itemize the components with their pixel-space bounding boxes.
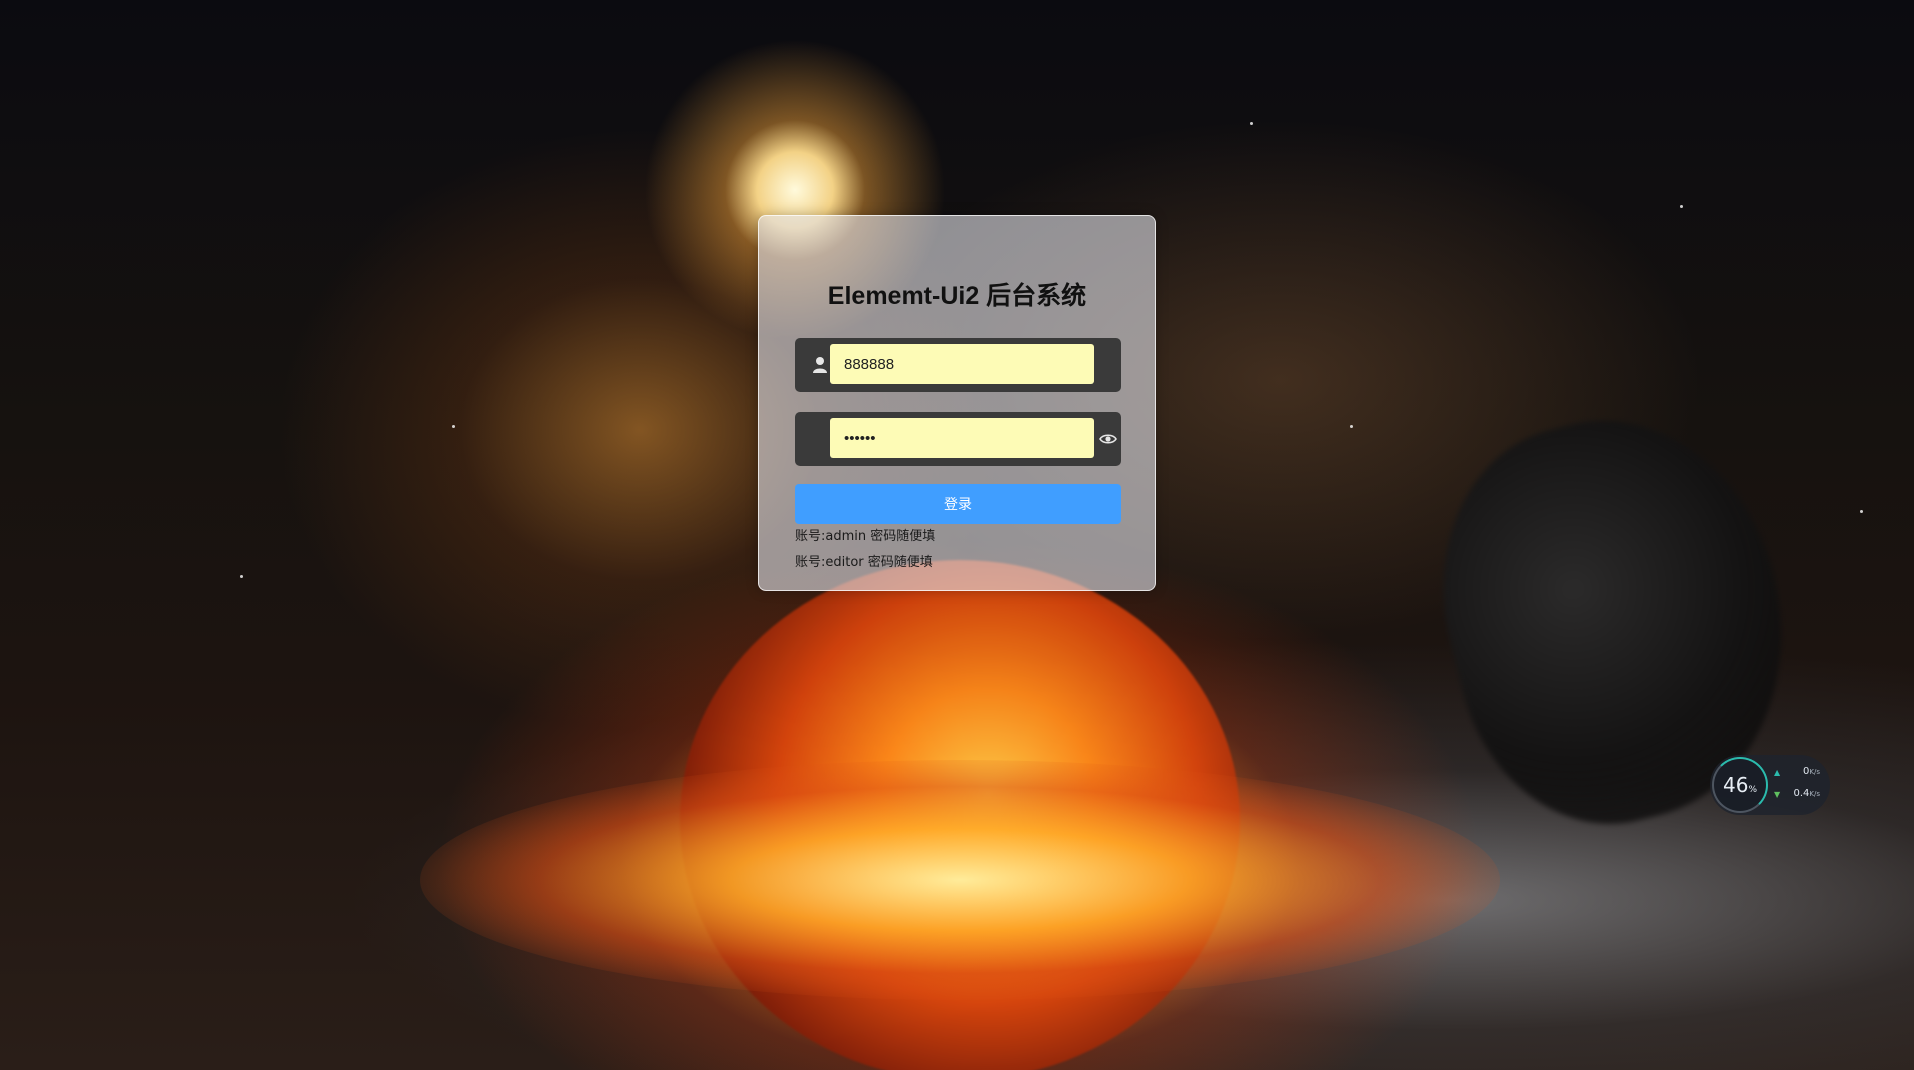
login-page-background: Elememt-Ui2 后台系统 登录 账号:admin 密码随便填 账号:ed… <box>0 0 1914 1070</box>
usage-gauge: 46% <box>1712 757 1768 813</box>
password-field-row <box>795 412 1121 466</box>
download-arrow-icon: ▼ <box>1774 790 1781 799</box>
login-button[interactable]: 登录 <box>795 484 1121 524</box>
star-dot <box>1680 205 1683 208</box>
star-dot <box>452 425 455 428</box>
username-field-row <box>795 338 1121 392</box>
username-input[interactable] <box>830 344 1094 384</box>
star-dot <box>240 575 243 578</box>
account-hint-admin: 账号:admin 密码随便填 <box>795 529 936 544</box>
explosion-shockwave-graphic <box>420 760 1500 1000</box>
password-input[interactable] <box>830 418 1094 458</box>
download-speed: 0.4K/s <box>1793 788 1820 799</box>
upload-arrow-icon: ▲ <box>1774 768 1781 777</box>
network-speed-widget[interactable]: 46% ▲ ▼ 0K/s 0.4K/s <box>1710 755 1830 815</box>
account-hint-editor: 账号:editor 密码随便填 <box>795 555 933 570</box>
download-speed-value: 0.4 <box>1793 788 1810 799</box>
star-dot <box>1350 425 1353 428</box>
usage-value: 46 <box>1722 773 1749 797</box>
usage-unit: % <box>1748 785 1757 795</box>
user-icon <box>813 357 827 373</box>
upload-speed: 0K/s <box>1803 766 1820 777</box>
upload-speed-unit: K/s <box>1809 768 1820 776</box>
download-speed-unit: K/s <box>1809 790 1820 798</box>
star-dot <box>1250 122 1253 125</box>
eye-icon[interactable] <box>1099 430 1117 448</box>
login-card: Elememt-Ui2 后台系统 登录 账号:admin 密码随便填 账号:ed… <box>758 215 1156 591</box>
login-title: Elememt-Ui2 后台系统 <box>827 282 1087 310</box>
star-dot <box>1860 510 1863 513</box>
usage-gauge-value: 46% <box>1714 773 1766 797</box>
